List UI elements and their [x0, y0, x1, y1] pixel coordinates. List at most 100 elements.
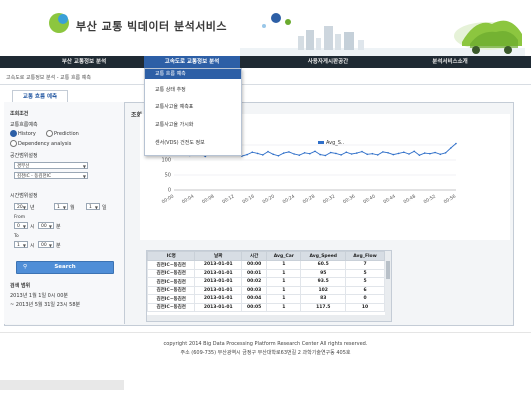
to-hour-select[interactable]: 1 ▼ [14, 241, 28, 248]
chevron-down-icon: ▼ [48, 224, 52, 229]
data-point [413, 150, 416, 153]
x-tick-label: 00:00 [161, 193, 175, 205]
table-row[interactable]: 김천IC~동김천 2013-01-01 00:02 1 93.5 5 [147, 277, 385, 287]
data-point [256, 152, 259, 155]
radio-prediction-button[interactable] [46, 130, 53, 137]
table-cell: 95 [300, 268, 347, 278]
table-cell: 김천IC~동김천 [147, 294, 196, 304]
footer-grey-bar [0, 380, 124, 390]
from-label: From [14, 215, 26, 220]
footer-divider [0, 332, 531, 333]
day-select[interactable]: 1 ▼ [86, 203, 100, 210]
data-point [329, 151, 332, 154]
footer: copyright 2014 Big Data Processing Platf… [0, 340, 531, 358]
search-button[interactable]: ⚲ Search [16, 261, 114, 274]
menu-item-accident-rate-visualization[interactable]: 교통사고율 가시화 [145, 120, 241, 130]
nav-about[interactable]: 분석서비스소개 [400, 56, 500, 68]
radio-history[interactable]: History [10, 130, 36, 137]
data-table-grid: IC명 날짜 시간 Avg_Car Avg_Speed Avg_Flow 김천IC~동김천… [147, 251, 385, 312]
algo-title: 교통흐름예측 [10, 122, 38, 128]
month-select[interactable]: 1 ▼ [54, 203, 68, 210]
chevron-down-icon: ▼ [82, 164, 86, 169]
table-cell: 00:01 [240, 268, 268, 278]
radio-dependency-button[interactable] [10, 140, 17, 147]
x-tick-label: 00:40 [362, 193, 376, 205]
table-cell: 1 [266, 285, 302, 295]
to-minute-unit: 분 [56, 243, 61, 249]
table-row[interactable]: 김천IC~동김천 2013-01-01 00:04 1 83 0 [147, 294, 385, 304]
to-minute-select[interactable]: 00 ▼ [38, 241, 54, 248]
table-vertical-scrollbar[interactable] [385, 251, 391, 321]
section-select-value: 김천IC - 동김천IC [17, 174, 52, 179]
y-tick-label: 100 [161, 158, 171, 164]
table-header-cell[interactable]: Avg_Flow [345, 251, 385, 261]
x-tick-label: 00:24 [282, 193, 296, 205]
condition-title: 조회조건 [10, 111, 29, 117]
x-tick-label: 00:32 [322, 193, 336, 205]
nav-highway-traffic[interactable]: 고속도로 교통정보 분석 [144, 56, 240, 68]
nav-board[interactable]: 사용자게시판공간 [280, 56, 376, 68]
data-point [382, 151, 384, 153]
data-point [450, 147, 452, 149]
data-point [303, 152, 306, 154]
chart-legend: Avg_S.. [318, 140, 344, 146]
chevron-down-icon: ▼ [82, 174, 86, 179]
table-row[interactable]: 김천IC~동김천 2013-01-01 00:00 1 60.5 7 [147, 260, 385, 270]
table-header-cell[interactable]: Avg_Car [266, 251, 302, 261]
table-cell: 김천IC~동김천 [147, 302, 196, 312]
radio-prediction[interactable]: Prediction [46, 130, 79, 137]
data-point [272, 153, 274, 156]
table-row[interactable]: 김천IC~동김천 2013-01-01 00:05 1 117.5 10 [147, 302, 385, 312]
logo-icon [49, 13, 69, 33]
menu-item-accident-rate-prediction[interactable]: 교통사고율 예측표 [145, 102, 241, 112]
radio-history-button[interactable] [10, 130, 17, 137]
scrollbar-thumb[interactable] [386, 261, 390, 279]
section-select[interactable]: 김천IC - 동김천IC ▼ [14, 172, 88, 179]
month-select-value: 1 [57, 205, 60, 210]
chevron-down-icon: ▼ [94, 205, 98, 210]
result-end: ~ 2013년 5월 31일 23시 58분 [10, 302, 81, 308]
y-tick-label: 0 [168, 188, 171, 194]
data-point [371, 152, 374, 155]
from-hour-unit: 시 [30, 224, 35, 230]
table-cell: 00:00 [240, 260, 268, 270]
route-select-value: 경부선 [17, 164, 30, 169]
data-point [340, 154, 342, 156]
from-hour-select[interactable]: 0 ▼ [14, 222, 28, 229]
data-point [345, 151, 348, 153]
table-row[interactable]: 김천IC~동김천 2013-01-01 00:01 1 95 5 [147, 268, 385, 278]
table-header-cell[interactable]: 시간 [240, 251, 268, 261]
footer-address: 주소 (609-735) 부산광역시 금정구 부산대학로63번길 2 과학기술연… [180, 350, 351, 356]
table-cell: 93.5 [300, 277, 347, 287]
table-horizontal-scrollbar[interactable] [147, 315, 391, 321]
table-header-cell[interactable]: IC명 [147, 251, 196, 261]
table-cell: 5 [345, 277, 385, 287]
table-cell: 10 [345, 302, 385, 312]
table-header-cell[interactable]: Avg_Speed [300, 251, 347, 261]
table-cell: 83 [300, 294, 347, 304]
time-title: 시간범위설정 [10, 193, 38, 199]
data-table[interactable]: IC명 날짜 시간 Avg_Car Avg_Speed Avg_Flow 김천IC~동김천… [146, 250, 392, 322]
radio-dependency[interactable]: Dependency analysis [10, 140, 71, 147]
nav-dropdown-menu: 교통 흐름 예측 교통 상태 추정 교통사고율 예측표 교통사고율 가시화 센서… [144, 68, 242, 156]
nav-busan-traffic[interactable]: 부산 교통정보 분석 [30, 56, 138, 68]
site-title[interactable]: 부산 교통 빅데이터 분석서비스 [76, 18, 227, 34]
table-cell: 00:03 [240, 285, 268, 295]
table-cell: 김천IC~동김천 [147, 277, 196, 287]
table-cell: 김천IC~동김천 [147, 260, 196, 270]
month-unit: 월 [70, 205, 75, 211]
route-select[interactable]: 경부선 ▼ [14, 162, 88, 169]
menu-item-state-estimation[interactable]: 교통 상태 추정 [145, 85, 241, 95]
menu-item-sensor-health[interactable]: 센서(VDS) 건전도 정보 [145, 138, 241, 148]
data-point [392, 153, 395, 156]
table-row[interactable]: 김천IC~동김천 2013-01-01 00:03 1 102 6 [147, 285, 385, 295]
data-point [418, 154, 421, 156]
table-cell: 00:05 [240, 302, 268, 312]
year-select[interactable]: 20 ▼ [14, 203, 28, 210]
from-minute-select[interactable]: 00 ▼ [38, 222, 54, 229]
data-point [387, 152, 389, 154]
table-cell: 00:02 [240, 277, 268, 287]
menu-item-flow-prediction[interactable]: 교통 흐름 예측 [145, 69, 241, 79]
data-point [293, 153, 295, 155]
table-header-cell[interactable]: 날짜 [194, 251, 242, 261]
